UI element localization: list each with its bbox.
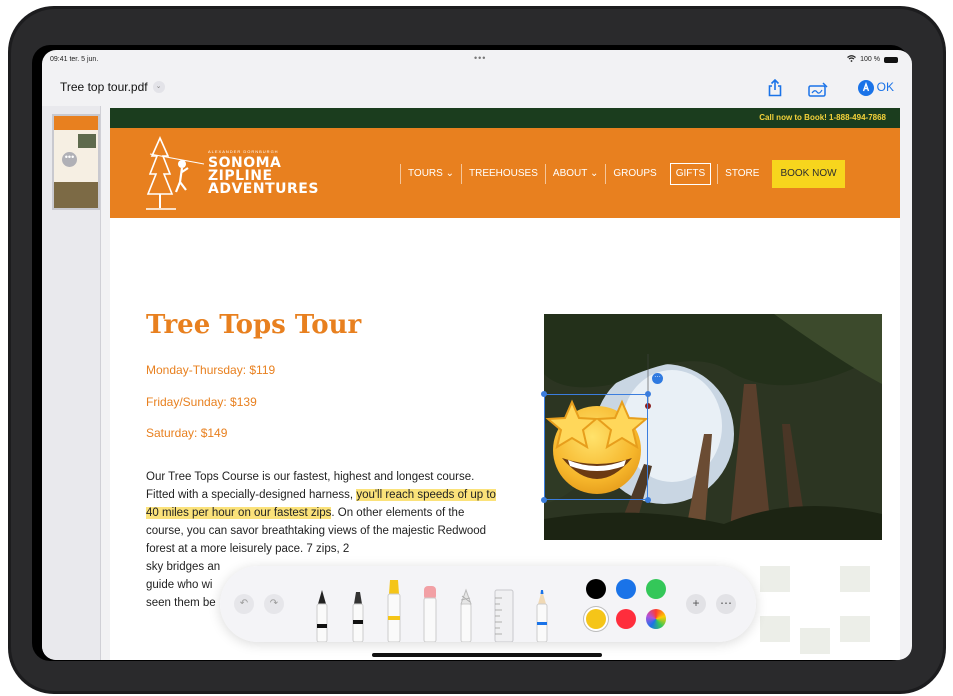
site-nav: TOURS ⌄ TREEHOUSES ABOUT ⌄ GROUPS GIFTS …	[400, 160, 845, 188]
redo-button[interactable]: ↷	[264, 594, 284, 614]
document-toolbar: Tree top tour.pdf ⌄ OK	[42, 70, 912, 106]
lasso-tool-icon[interactable]	[456, 588, 476, 642]
status-indicators: 100 %	[847, 55, 898, 64]
color-blue[interactable]	[616, 579, 636, 599]
description-line-a: sky bridges an	[146, 561, 221, 573]
color-yellow-selected[interactable]	[586, 609, 606, 629]
nav-store[interactable]: STORE	[717, 164, 766, 184]
call-banner-text: Call now to Book! 1-888-494-7868	[759, 113, 886, 122]
battery-percent: 100 %	[860, 56, 880, 63]
nav-tours[interactable]: TOURS ⌄	[400, 164, 461, 184]
nav-about[interactable]: ABOUT ⌄	[544, 164, 605, 184]
home-indicator[interactable]	[372, 653, 602, 657]
color-picker-multicolor[interactable]	[646, 609, 666, 629]
thumbnail-bottom-image	[54, 182, 98, 208]
color-black[interactable]	[586, 579, 606, 599]
pen-tool-icon[interactable]	[312, 588, 332, 642]
status-bar: 09:41 ter. 5 jun. ••• 100 %	[42, 50, 912, 70]
pencil-tool-icon[interactable]	[532, 588, 552, 642]
status-time: 09:41 ter. 5 jun.	[50, 56, 99, 63]
call-banner: Call now to Book! 1-888-494-7868	[110, 108, 900, 128]
price-saturday: Saturday: $149	[146, 426, 228, 440]
nav-groups[interactable]: GROUPS	[605, 164, 663, 184]
share-icon[interactable]	[768, 78, 782, 102]
page-thumbnail[interactable]: •••	[52, 114, 100, 210]
nav-treehouses[interactable]: TREEHOUSES	[461, 164, 545, 184]
undo-button[interactable]: ↶	[234, 594, 254, 614]
document-title: Tree top tour.pdf	[60, 80, 148, 94]
nav-gifts[interactable]: GIFTS	[669, 163, 712, 185]
chevron-down-icon: ⌄	[152, 81, 165, 93]
thumbnail-header-band	[54, 116, 98, 130]
thumbnail-more-button[interactable]: •••	[62, 152, 77, 167]
ok-button[interactable]: OK	[877, 80, 894, 94]
sonoma-zipline-logo: ALEXANDER DORNBURGH SONOMA ZIPLINE ADVEN…	[146, 134, 346, 212]
resize-handle-top-right[interactable]	[645, 391, 651, 397]
logo-line-3: ADVENTURES	[208, 181, 319, 197]
resize-handle-top-left[interactable]	[541, 391, 547, 397]
ruler-tool-icon[interactable]	[492, 588, 516, 642]
wifi-icon	[847, 55, 857, 64]
resize-handle-bottom-left[interactable]	[541, 497, 547, 503]
markup-icon[interactable]	[858, 80, 874, 101]
color-red[interactable]	[616, 609, 636, 629]
sticker-more-button[interactable]: …	[652, 372, 663, 384]
resize-handle-bottom-right[interactable]	[645, 497, 651, 503]
battery-icon	[884, 56, 898, 63]
document-title-menu[interactable]: Tree top tour.pdf ⌄	[60, 80, 165, 94]
thumbnail-sidebar: •••	[42, 106, 101, 660]
price-fri-sun: Friday/Sunday: $139	[146, 395, 257, 409]
sticker-selection-box	[544, 394, 648, 500]
logo-subtitle: ALEXANDER DORNBURGH	[208, 149, 279, 154]
marker-tool-icon[interactable]	[348, 588, 368, 642]
book-now-button[interactable]: BOOK NOW	[772, 160, 845, 188]
site-header: ALEXANDER DORNBURGH SONOMA ZIPLINE ADVEN…	[110, 128, 900, 218]
description-line-c: seen them be	[146, 597, 216, 609]
price-weekday: Monday-Thursday: $119	[146, 363, 276, 377]
eraser-tool-icon[interactable]	[420, 584, 440, 642]
highlighter-tool-icon[interactable]	[384, 576, 404, 642]
description-line-b: guide who wi	[146, 579, 213, 591]
tree-zipliner-logo-icon	[146, 136, 205, 210]
thumbnail-photo	[78, 134, 96, 148]
signature-icon[interactable]	[808, 82, 828, 102]
color-green[interactable]	[646, 579, 666, 599]
tour-title: Tree Tops Tour	[146, 310, 362, 340]
add-button[interactable]: +	[686, 594, 706, 614]
markup-tool-palette: ↶ ↷ + ⋯	[220, 566, 756, 642]
more-options-button[interactable]: ⋯	[716, 594, 736, 614]
multitasking-dots[interactable]: •••	[474, 53, 486, 63]
